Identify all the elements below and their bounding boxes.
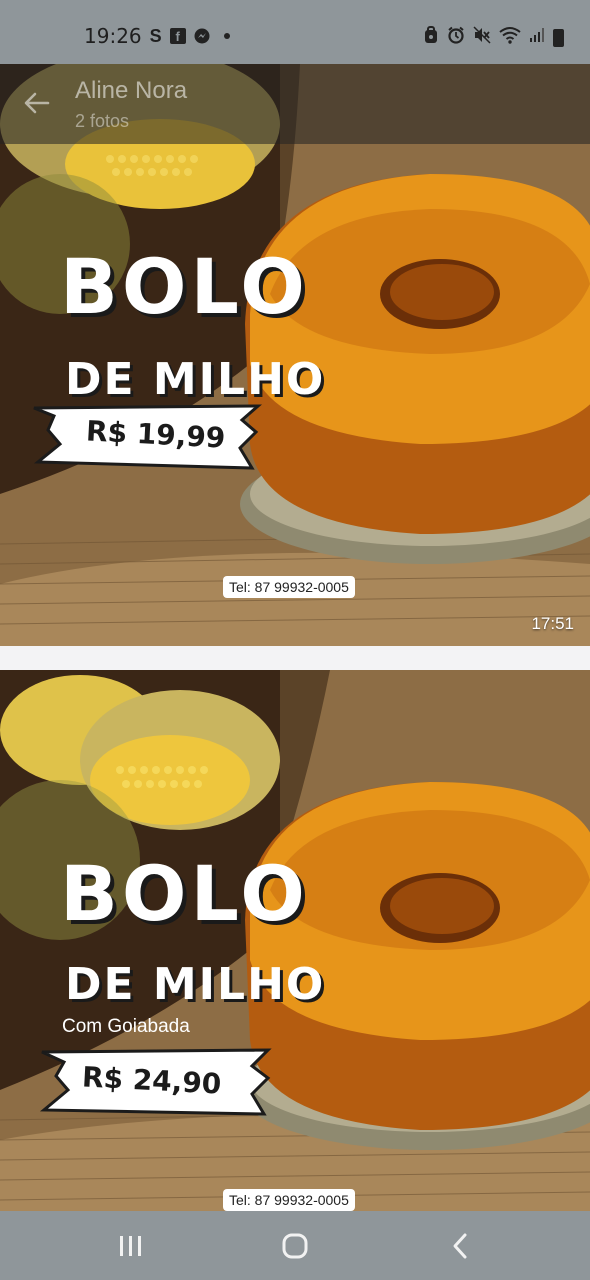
photo-2-subtitle: Com Goiabada bbox=[62, 1016, 190, 1037]
battery-icon bbox=[553, 28, 564, 47]
photo-2-tel: Tel: 87 99932-0005 bbox=[223, 1189, 355, 1211]
navigation-bar bbox=[0, 1211, 590, 1280]
back-icon bbox=[453, 1233, 467, 1259]
screen: 19:26 S f BOLO DE MILHO R$ 19,99 Tel: 87… bbox=[0, 0, 590, 1280]
alarm-lock-icon bbox=[423, 26, 439, 49]
photo-2-image bbox=[0, 670, 590, 1211]
photo-2[interactable]: BOLO DE MILHO Com Goiabada R$ 24,90 Tel:… bbox=[0, 670, 590, 1211]
wifi-icon bbox=[499, 26, 521, 49]
photo-1-tel: Tel: 87 99932-0005 bbox=[223, 576, 355, 598]
s-app-icon: S bbox=[149, 25, 162, 46]
facebook-icon: f bbox=[169, 28, 186, 44]
status-bar: 19:26 S f bbox=[0, 0, 590, 64]
status-left: 19:26 S f bbox=[84, 24, 230, 48]
contact-name: Aline Nora bbox=[75, 77, 188, 104]
photo-1-title: BOLO bbox=[60, 242, 309, 331]
photo-1-title-line2: DE MILHO bbox=[65, 354, 326, 405]
recents-button[interactable] bbox=[111, 1229, 151, 1263]
home-button[interactable] bbox=[275, 1229, 315, 1263]
photo-2-title: BOLO bbox=[60, 849, 309, 938]
photo-1-timestamp: 17:51 bbox=[531, 614, 574, 633]
back-button[interactable] bbox=[440, 1229, 480, 1263]
notification-dot bbox=[223, 33, 230, 39]
signal-icon bbox=[529, 27, 545, 48]
messenger-icon bbox=[194, 28, 210, 44]
back-arrow-icon[interactable] bbox=[22, 88, 52, 118]
photo-2-title-line2: DE MILHO bbox=[65, 959, 326, 1010]
home-icon bbox=[282, 1233, 308, 1259]
photo-count: 2 fotos bbox=[75, 111, 130, 131]
status-time: 19:26 bbox=[84, 24, 142, 48]
mute-icon bbox=[473, 26, 491, 49]
recents-icon bbox=[120, 1236, 141, 1256]
photo-1[interactable]: BOLO DE MILHO R$ 19,99 Tel: 87 99932-000… bbox=[0, 64, 590, 646]
alarm-icon bbox=[447, 26, 465, 49]
viewer-header: Aline Nora 2 fotos bbox=[0, 64, 590, 144]
status-right bbox=[423, 26, 564, 49]
